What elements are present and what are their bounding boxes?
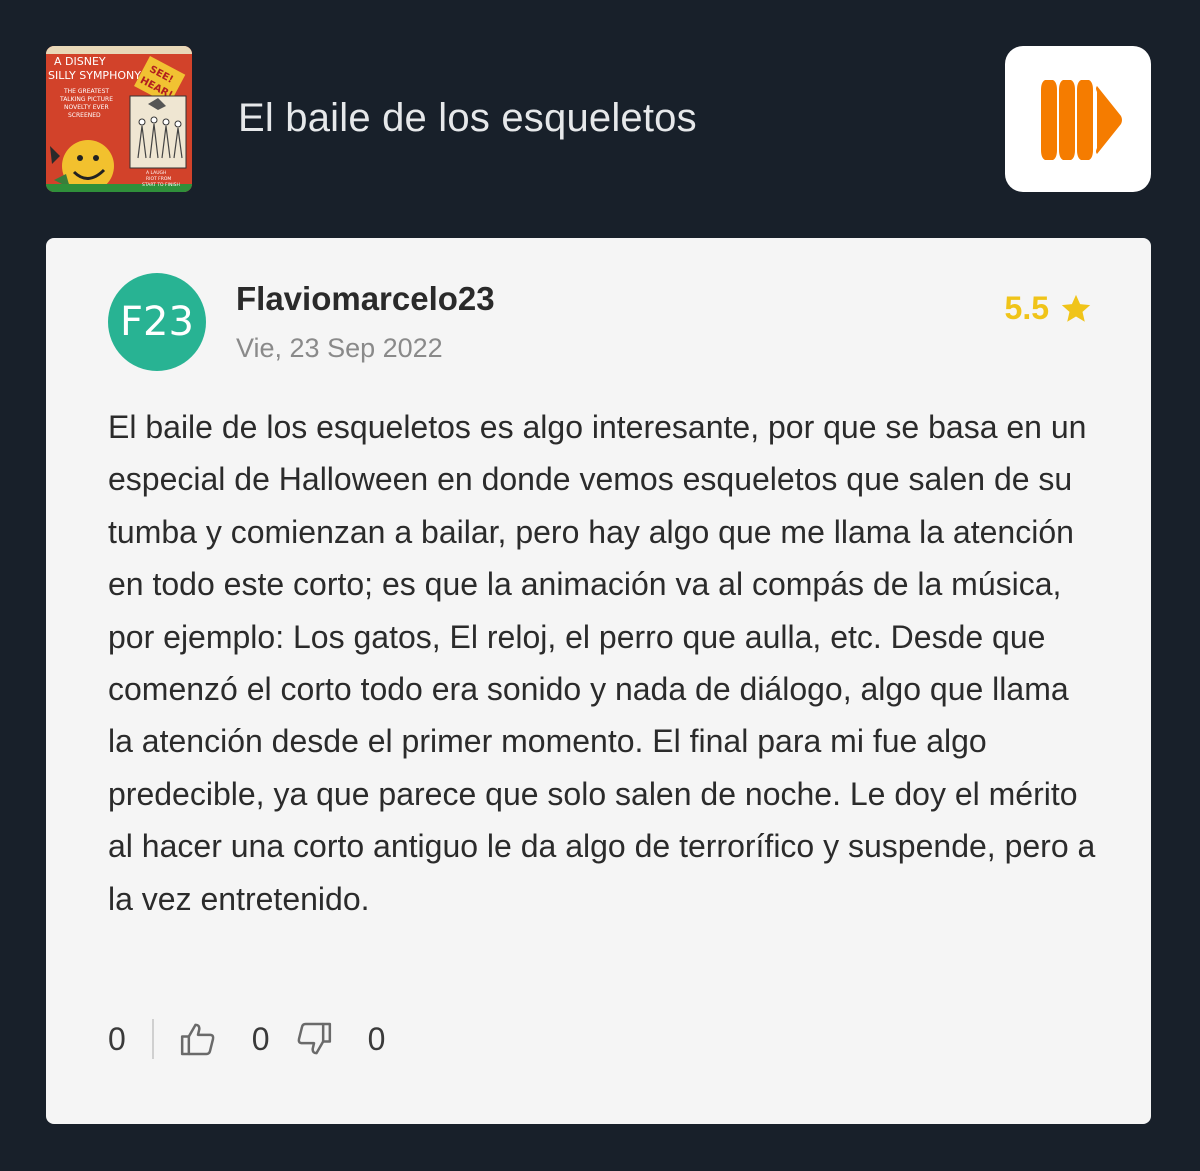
actions-divider	[151, 1019, 154, 1059]
poster-line-3: THE GREATEST	[63, 88, 109, 95]
poster-line-1: A DISNEY	[54, 55, 106, 68]
movie-poster[interactable]: A DISNEY SILLY SYMPHONY SEE! HEAR! THE G…	[46, 46, 192, 192]
review-text: El baile de los esqueletos es algo inter…	[108, 409, 1096, 917]
app-logo[interactable]	[1005, 46, 1151, 192]
poster-line-6: SCREENED	[68, 112, 101, 119]
review-date: Vie, 23 Sep 2022	[236, 333, 443, 363]
rating: 5.5	[1005, 290, 1093, 327]
movie-title[interactable]: El baile de los esqueletos	[238, 94, 697, 142]
star-icon	[1061, 294, 1091, 322]
review-card: F23 Flaviomarcelo23 Vie, 23 Sep 2022 5.5…	[46, 238, 1151, 1124]
user-avatar[interactable]: F23	[108, 273, 206, 371]
dislike-button[interactable]	[294, 1019, 334, 1059]
review-actions: 0 0 0	[108, 1016, 385, 1062]
rating-value: 5.5	[1004, 290, 1049, 326]
likes-count: 0	[251, 1020, 270, 1057]
poster-line-4: TALKING PICTURE	[59, 96, 113, 103]
poster-line-10: RIOT FROM	[146, 176, 171, 182]
poster-art: A DISNEY SILLY SYMPHONY SEE! HEAR! THE G…	[46, 46, 192, 192]
dislikes-count: 0	[367, 1020, 386, 1057]
thumbs-up-icon	[180, 1023, 215, 1056]
orange-play-bars-icon	[1041, 80, 1122, 160]
header: A DISNEY SILLY SYMPHONY SEE! HEAR! THE G…	[0, 0, 1200, 238]
poster-line-9: A LAUGH	[146, 170, 166, 176]
poster-line-2: SILLY SYMPHONY	[48, 69, 141, 82]
poster-line-5: NOVELTY EVER	[64, 104, 109, 111]
username[interactable]: Flaviomarcelo23	[236, 278, 495, 320]
thumbs-down-icon	[297, 1022, 331, 1055]
like-button[interactable]	[178, 1019, 218, 1059]
poster-line-11: START TO FINISH	[142, 182, 180, 188]
comments-count[interactable]: 0	[108, 1021, 126, 1058]
